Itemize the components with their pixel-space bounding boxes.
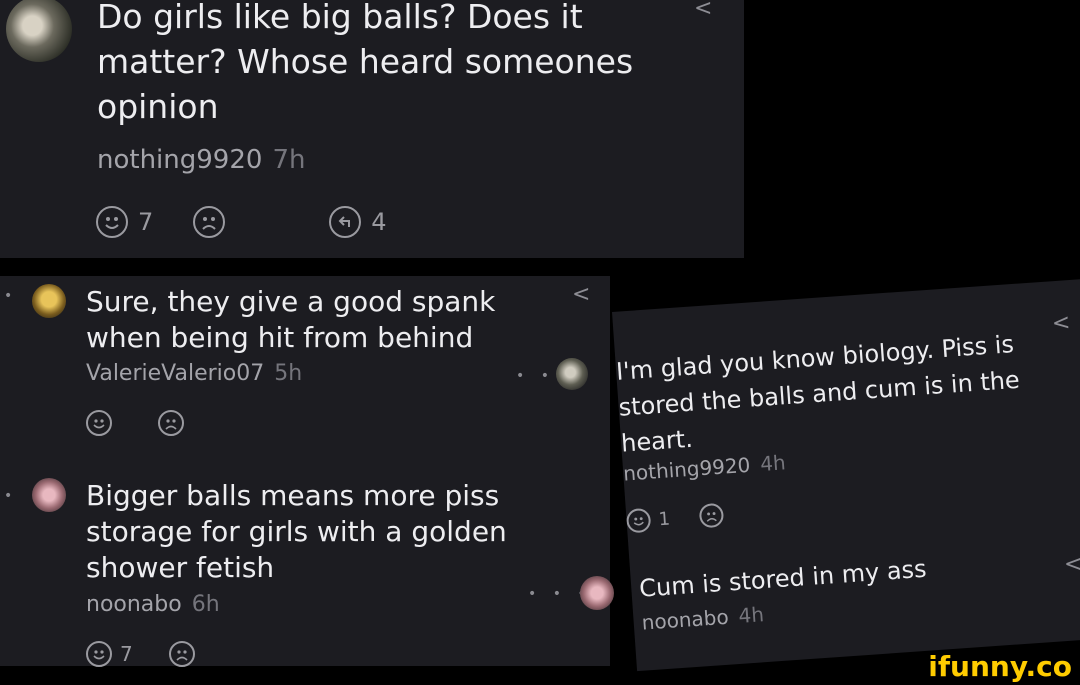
thread-connector: • • <box>516 368 555 384</box>
ifunny-watermark: ifunny.co <box>928 650 1072 683</box>
comment-meta: noonabo 6h <box>86 592 220 617</box>
comment-meta: noonabo 4h <box>641 602 765 634</box>
smile-icon[interactable] <box>86 641 112 667</box>
smile-icon[interactable] <box>625 507 652 534</box>
reply-count: 4 <box>371 208 387 236</box>
smile-count: 7 <box>120 642 133 666</box>
comment-time: 6h <box>191 592 220 617</box>
post-meta: nothing9920 7h <box>97 145 305 175</box>
reply-icon[interactable] <box>329 206 362 238</box>
comment-meta: ValerieValerio07 5h <box>86 361 302 386</box>
thread-dot: • <box>4 288 19 304</box>
comment-text: Cum is stored in my ass <box>638 554 928 603</box>
thread-dot: • <box>4 488 19 504</box>
share-icon[interactable]: < <box>572 282 590 307</box>
unsmile-icon[interactable] <box>193 206 226 238</box>
unsmile-icon[interactable] <box>158 410 184 436</box>
commenter-avatar[interactable] <box>580 576 614 610</box>
comment-text: Sure, they give a good spank when being … <box>86 285 496 354</box>
share-icon[interactable]: < <box>694 0 712 21</box>
commenter-avatar[interactable] <box>556 358 588 390</box>
post-text: Do girls like big balls? Does it matter?… <box>97 0 634 126</box>
comment-reactions: 1 <box>625 502 725 534</box>
share-icon[interactable]: < <box>1051 310 1071 336</box>
smile-icon[interactable] <box>96 206 128 238</box>
commenter-avatar[interactable] <box>32 284 66 318</box>
comment-text: Bigger balls means more piss storage for… <box>86 479 507 584</box>
post-time: 7h <box>272 145 306 175</box>
smile-count: 7 <box>138 208 154 236</box>
unsmile-icon[interactable] <box>699 502 725 529</box>
author-name[interactable]: noonabo <box>86 592 182 617</box>
share-icon[interactable]: < <box>1064 552 1080 577</box>
comment-text: I'm glad you know biology. Piss is store… <box>615 330 1021 458</box>
author-name[interactable]: nothing9920 <box>97 145 262 175</box>
author-name[interactable]: ValerieValerio07 <box>86 361 264 386</box>
commenter-avatar[interactable] <box>32 478 66 512</box>
smile-count: 1 <box>657 507 671 530</box>
smile-icon[interactable] <box>86 410 112 436</box>
comment-time: 4h <box>737 602 765 628</box>
post-reactions: 7 4 <box>96 206 387 238</box>
unsmile-icon[interactable] <box>168 641 195 667</box>
comment-reactions: 7 <box>86 641 195 667</box>
comment-reactions <box>86 410 184 436</box>
author-name[interactable]: noonabo <box>641 605 729 635</box>
comment-time: 5h <box>274 361 303 386</box>
comments-panel-right: < I'm glad you know biology. Piss is sto… <box>612 278 1080 672</box>
comment-time: 4h <box>759 450 787 477</box>
